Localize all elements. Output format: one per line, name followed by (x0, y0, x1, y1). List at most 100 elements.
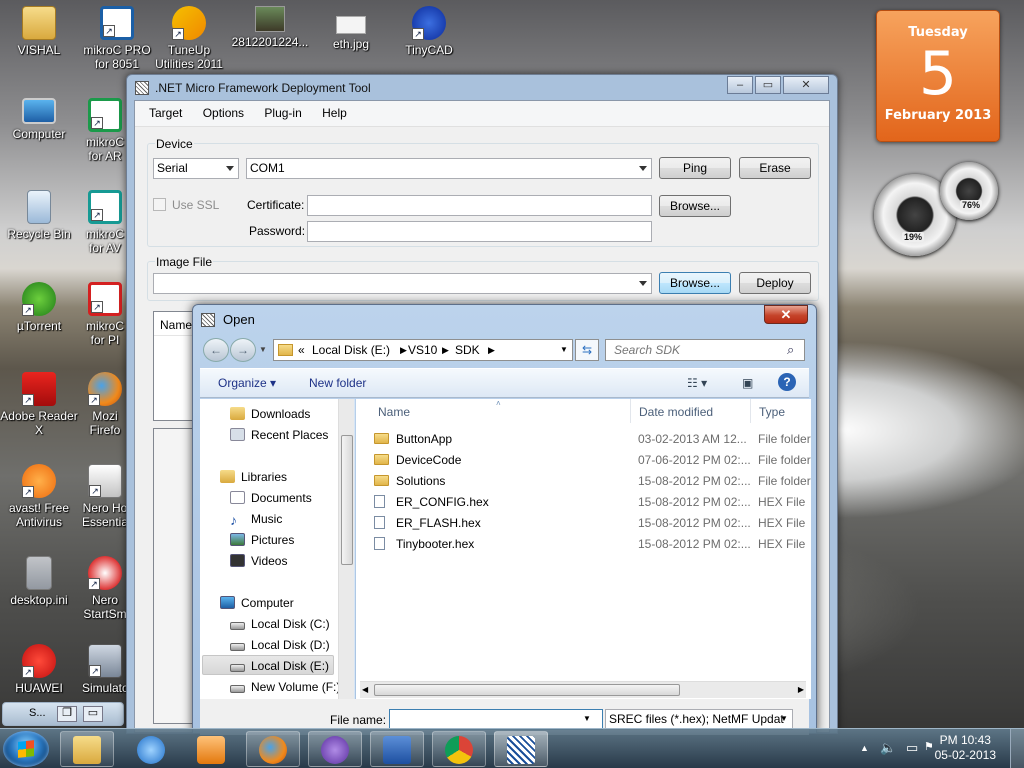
organize-button[interactable]: Organize ▾ (218, 376, 276, 390)
scroll-right-icon[interactable]: ▶ (798, 685, 804, 694)
password-input[interactable] (307, 221, 652, 242)
column-divider[interactable] (750, 399, 751, 423)
certificate-browse-button[interactable]: Browse... (659, 195, 731, 217)
ping-button[interactable]: Ping (659, 157, 731, 179)
address-bar[interactable]: « Local Disk (E:) ▶ VS10 ▶ SDK ▶ ▼ (273, 339, 573, 361)
column-date-modified[interactable]: Date modified (639, 405, 713, 419)
nav-videos[interactable]: Videos (230, 552, 287, 570)
nav-music[interactable]: ♪ Music (230, 510, 282, 528)
image-browse-button[interactable]: Browse... (659, 272, 731, 294)
deploy-button[interactable]: Deploy (739, 272, 811, 294)
nav-downloads[interactable]: Downloads (230, 405, 310, 423)
navigation-pane[interactable]: Downloads Recent Places Libraries Docume… (200, 399, 355, 699)
file-row[interactable]: DeviceCode 07-06-2012 PM 02:... File folde… (356, 450, 811, 471)
nav-computer[interactable]: Computer (220, 594, 294, 612)
preview-pane-icon[interactable]: ▣ (742, 376, 753, 390)
desktop-icon-vishal[interactable]: VISHAL (0, 6, 78, 57)
desktop-icon-adobe-reader[interactable]: ↗ Adobe Reader X (0, 372, 78, 437)
chevron-down-icon[interactable]: ▼ (560, 340, 568, 360)
show-hidden-icons[interactable]: ▲ (860, 743, 869, 753)
menu-plugin[interactable]: Plug-in (264, 106, 301, 120)
desktop-icon-nero-start[interactable]: ↗ Nero StartSm (82, 556, 128, 621)
desktop-icon-firefox[interactable]: ↗ Mozi Firefo (82, 372, 128, 437)
minimize-button[interactable]: – (727, 76, 753, 94)
use-ssl-checkbox[interactable] (153, 198, 166, 211)
chevron-down-icon[interactable]: ▼ (583, 714, 591, 723)
address-root[interactable]: « (298, 340, 305, 360)
new-folder-button[interactable]: New folder (309, 376, 366, 390)
file-row[interactable]: Tinybooter.hex 15-08-2012 PM 02:... HEX Fi… (356, 534, 806, 555)
desktop-icon-eth[interactable]: eth.jpg (312, 6, 390, 51)
address-part-vs10[interactable]: VS10 (408, 340, 437, 360)
nav-documents[interactable]: Documents (230, 489, 312, 507)
desktop-icon-mikroc-arm[interactable]: ↗ mikroC for AR (80, 98, 130, 163)
desktop-icon-mikroc-8051[interactable]: ↗ mikroC PRO for 8051 (78, 6, 156, 71)
open-dialog[interactable]: Open ✕ ← → ▼ « Local Disk (E:) ▶ VS10 ▶ … (192, 304, 817, 735)
nav-drive-c[interactable]: Local Disk (C:) (230, 615, 330, 633)
desktop-icon-desktop-ini[interactable]: desktop.ini (0, 556, 78, 607)
desktop-icon-huawei[interactable]: ↗ HUAWEI (0, 644, 78, 695)
file-row[interactable]: Solutions 15-08-2012 PM 02:... File folder (356, 471, 811, 492)
desktop-icon-image-2812[interactable]: 2812201224... (228, 6, 312, 49)
nav-recent-places[interactable]: Recent Places (230, 426, 328, 444)
close-button[interactable]: ✕ (783, 76, 829, 94)
restore-icon[interactable]: ❐ (57, 706, 77, 722)
taskbar-media-player[interactable] (184, 731, 238, 767)
menu-options[interactable]: Options (203, 106, 244, 120)
desktop-icon-mikroc-avr[interactable]: ↗ mikroC for AV (80, 190, 130, 255)
recent-locations-icon[interactable]: ▼ (259, 345, 267, 354)
file-list[interactable]: Name ˄ Date modified Type ButtonApp 03-02… (356, 399, 811, 699)
nav-drive-d[interactable]: Local Disk (D:) (230, 636, 330, 654)
maximize-icon[interactable]: ▭ (83, 706, 103, 722)
file-row[interactable]: ER_FLASH.hex 15-08-2012 PM 02:... HEX File (356, 513, 806, 534)
nav-scroll-thumb[interactable] (341, 435, 353, 565)
search-icon[interactable]: ⌕ (787, 342, 794, 358)
image-file-select[interactable] (153, 273, 652, 294)
address-part-drive[interactable]: Local Disk (E:) (312, 340, 390, 360)
horizontal-scroll-thumb[interactable] (374, 684, 680, 696)
volume-icon[interactable]: 🔈 (880, 740, 896, 756)
taskbar-chrome[interactable] (432, 731, 486, 767)
desktop-icon-tinycad[interactable]: ↗ TinyCAD (390, 6, 468, 57)
erase-button[interactable]: Erase (739, 157, 811, 179)
taskbar-word[interactable] (370, 731, 424, 767)
chevron-right-icon[interactable]: ▶ (442, 340, 449, 360)
dialog-close-button[interactable]: ✕ (764, 305, 808, 324)
taskbar-visual-studio[interactable] (308, 731, 362, 767)
desktop-icon-nero-home[interactable]: ↗ Nero Ho Essentia (82, 464, 128, 529)
transport-select[interactable]: Serial (153, 158, 239, 179)
minimized-window[interactable]: S... ❐ ▭ (2, 702, 124, 726)
desktop-icon-avast[interactable]: ↗ avast! Free Antivirus (0, 464, 78, 529)
search-input[interactable]: Search SDK (605, 339, 805, 361)
desktop-icon-simulator[interactable]: ↗ Simulato (82, 644, 128, 695)
refresh-button[interactable]: ⇆ (575, 339, 599, 361)
chevron-down-icon[interactable]: ▼ (780, 714, 788, 723)
taskbar-explorer[interactable] (60, 731, 114, 767)
network-icon[interactable]: ▭ (906, 740, 918, 756)
help-icon[interactable]: ? (778, 373, 796, 391)
desktop-icon-recycle-bin[interactable]: Recycle Bin (0, 190, 78, 241)
view-options-icon[interactable]: ☷ ▾ (687, 376, 707, 390)
chevron-right-icon[interactable]: ▶ (488, 340, 495, 360)
nav-pictures[interactable]: Pictures (230, 531, 294, 549)
maximize-button[interactable]: ▭ (755, 76, 781, 94)
clock[interactable]: PM 10:43 05-02-2013 (935, 733, 996, 763)
taskbar-internet-explorer[interactable] (124, 731, 178, 767)
chevron-right-icon[interactable]: ▶ (400, 340, 407, 360)
horizontal-scrollbar[interactable]: ◀ ▶ (360, 681, 806, 698)
taskbar-mfdeploy[interactable] (494, 731, 548, 767)
forward-button[interactable]: → (230, 338, 256, 362)
action-center-icon[interactable]: ⚑ (924, 740, 934, 753)
address-part-sdk[interactable]: SDK (455, 340, 480, 360)
desktop-icon-tuneup[interactable]: ↗ TuneUp Utilities 2011 (150, 6, 228, 71)
file-row[interactable]: ER_CONFIG.hex 15-08-2012 PM 02:... HEX Fil… (356, 492, 806, 513)
certificate-input[interactable] (307, 195, 652, 216)
menu-target[interactable]: Target (149, 106, 182, 120)
nav-scrollbar[interactable] (338, 399, 354, 699)
scroll-left-icon[interactable]: ◀ (362, 685, 368, 694)
menu-help[interactable]: Help (322, 106, 347, 120)
desktop-icon-utorrent[interactable]: ↗ µTorrent (0, 282, 78, 333)
nav-drive-e[interactable]: Local Disk (E:) (230, 657, 329, 675)
column-type[interactable]: Type (759, 405, 785, 419)
column-name[interactable]: Name (378, 405, 410, 419)
